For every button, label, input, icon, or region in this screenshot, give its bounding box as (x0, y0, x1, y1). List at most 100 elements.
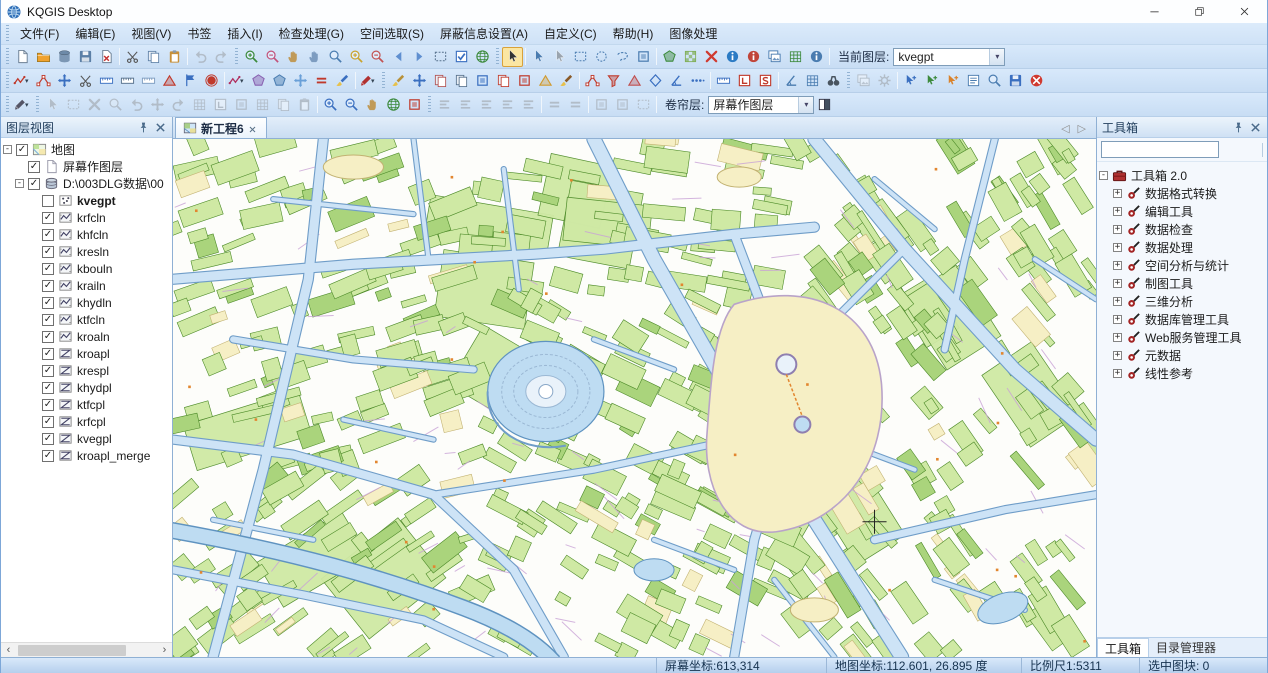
map-zoom-out-button[interactable] (341, 95, 362, 115)
scroll-left-icon[interactable]: ‹ (1, 643, 16, 658)
select-circle-button[interactable] (591, 47, 612, 67)
pin-icon[interactable] (137, 121, 150, 134)
select-lasso-button[interactable] (612, 47, 633, 67)
fixed-zoom-out-button[interactable] (367, 47, 388, 67)
layer-item[interactable]: ✓kbouln (1, 260, 172, 277)
layer-item[interactable]: -✓D:\003DLG数据\00 (1, 175, 172, 192)
mask-button[interactable] (472, 71, 493, 91)
toolbar-grip[interactable] (36, 96, 39, 114)
save-button[interactable] (75, 47, 96, 67)
simplify-button[interactable] (624, 71, 645, 91)
swipe-tool-button[interactable] (814, 95, 835, 115)
diamond-snap-button[interactable] (645, 71, 666, 91)
expand-icon[interactable]: + (1113, 333, 1122, 342)
layer-item[interactable]: -✓地图 (1, 141, 172, 158)
map-canvas[interactable] (173, 139, 1096, 657)
toolbox-item[interactable]: +三维分析 (1097, 292, 1267, 310)
toolbox-item[interactable]: +编辑工具 (1097, 202, 1267, 220)
vertex-edit-button-dropdown-icon[interactable]: ▾ (240, 77, 247, 85)
style-editor-button[interactable]: ▾ (12, 95, 33, 115)
stop-editing-button[interactable] (1026, 71, 1047, 91)
zoom-dialog-button[interactable] (984, 71, 1005, 91)
segment-ruler-0-button[interactable] (96, 71, 117, 91)
pan-window-button[interactable] (304, 47, 325, 67)
merge-feature-button[interactable] (159, 71, 180, 91)
menu-item-8[interactable]: 屏蔽信息设置(A) (432, 23, 536, 44)
save-database-button[interactable] (54, 47, 75, 67)
layer-visibility-checkbox[interactable]: ✓ (42, 365, 54, 377)
save-edits-button[interactable] (1005, 71, 1026, 91)
collapse-icon[interactable]: - (15, 179, 24, 188)
layer-item[interactable]: ✓khydpl (1, 379, 172, 396)
layer-item[interactable]: ✓kvegpl (1, 430, 172, 447)
layer-item[interactable]: ✓屏幕作图层 (1, 158, 172, 175)
identify-clear-button[interactable] (743, 47, 764, 67)
select-rectangle-button[interactable] (570, 47, 591, 67)
attribute-table-button[interactable] (785, 47, 806, 67)
layer-item[interactable]: ✓ktfcln (1, 311, 172, 328)
record-button[interactable] (201, 71, 222, 91)
toolbox-item[interactable]: +数据检查 (1097, 220, 1267, 238)
toolbox-search-input[interactable] (1101, 141, 1219, 158)
layer-item[interactable]: ✓krfcln (1, 209, 172, 226)
toolbox-item[interactable]: +制图工具 (1097, 274, 1267, 292)
layer-visibility-checkbox[interactable]: ✓ (42, 348, 54, 360)
trace-brush-button[interactable] (332, 71, 353, 91)
toolbar-grip[interactable] (6, 48, 9, 66)
layer-visibility-checkbox[interactable]: ✓ (16, 144, 28, 156)
layer-visibility-checkbox[interactable]: ✓ (42, 416, 54, 428)
clear-selection-button[interactable] (701, 47, 722, 67)
open-project-button[interactable] (33, 47, 54, 67)
node-delete-button[interactable] (942, 71, 963, 91)
draw-pen-button-dropdown-icon[interactable]: ▾ (371, 77, 378, 85)
toolbox-item[interactable]: -工具箱 2.0 (1097, 166, 1267, 184)
copy-parallel-button[interactable] (430, 71, 451, 91)
layer-item[interactable]: kvegpt (1, 192, 172, 209)
layer-visibility-checkbox[interactable]: ✓ (42, 433, 54, 445)
deselect-button[interactable] (549, 47, 570, 67)
layer-visibility-checkbox[interactable]: ✓ (42, 382, 54, 394)
corner-angle-button[interactable] (666, 71, 687, 91)
map-pan-button[interactable] (362, 95, 383, 115)
layer-visibility-checkbox[interactable] (42, 195, 54, 207)
toolbox-item[interactable]: +Web服务管理工具 (1097, 328, 1267, 346)
zoom-window-button[interactable] (325, 47, 346, 67)
fixed-zoom-in-button[interactable] (346, 47, 367, 67)
identify-button[interactable] (722, 47, 743, 67)
toolbar-grip[interactable] (428, 96, 431, 114)
layer-item[interactable]: ✓khfcln (1, 226, 172, 243)
layer-item[interactable]: ✓ktfcpl (1, 396, 172, 413)
layer-item[interactable]: ✓krailn (1, 277, 172, 294)
layer-visibility-checkbox[interactable]: ✓ (28, 178, 40, 190)
draw-pen-button[interactable]: ▾ (358, 71, 379, 91)
expand-icon[interactable]: + (1113, 243, 1122, 252)
toolbar-grip[interactable] (6, 96, 9, 114)
table-panel-button[interactable] (802, 71, 823, 91)
layer-visibility-checkbox[interactable]: ✓ (28, 161, 40, 173)
style-editor-button-dropdown-icon[interactable]: ▾ (25, 101, 32, 109)
sketch-line-button[interactable]: ▾ (12, 71, 33, 91)
zoom-out-button[interactable] (262, 47, 283, 67)
map-zoom-in-button[interactable] (320, 95, 341, 115)
close-panel-icon[interactable] (1249, 121, 1262, 134)
properties-panel-button[interactable] (963, 71, 984, 91)
select-features-button[interactable] (528, 47, 549, 67)
previous-view-button[interactable] (388, 47, 409, 67)
menu-item-7[interactable]: 空间选取(S) (352, 23, 432, 44)
pattern-fill-button[interactable] (680, 47, 701, 67)
cut-feature-button[interactable] (75, 71, 96, 91)
scrollbar-thumb[interactable] (18, 645, 126, 656)
pin-icon[interactable] (1232, 121, 1245, 134)
snap-center-button[interactable] (290, 71, 311, 91)
clip-button[interactable] (514, 71, 535, 91)
layer-item[interactable]: ✓krfcpl (1, 413, 172, 430)
menu-item-6[interactable]: 检查处理(G) (271, 23, 352, 44)
ruler-add-button[interactable] (713, 71, 734, 91)
find-button[interactable] (823, 71, 844, 91)
layer-visibility-checkbox[interactable]: ✓ (42, 314, 54, 326)
spike-tool-button[interactable] (388, 71, 409, 91)
toolbox-item[interactable]: +空间分析与统计 (1097, 256, 1267, 274)
copy-button[interactable] (143, 47, 164, 67)
parallel-line-button[interactable] (311, 71, 332, 91)
layer-visibility-checkbox[interactable]: ✓ (42, 280, 54, 292)
